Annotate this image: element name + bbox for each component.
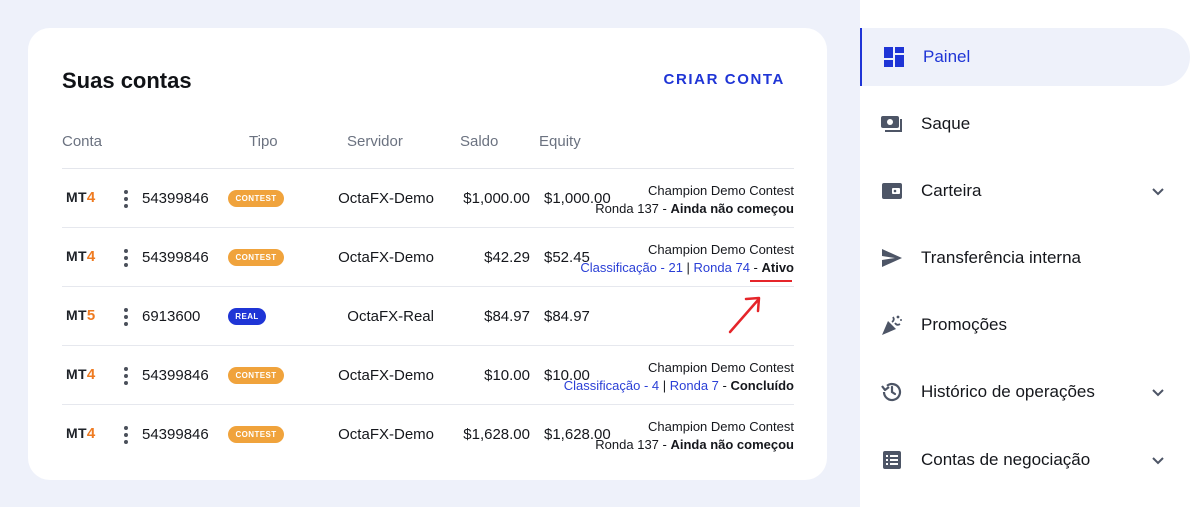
contest-status: Concluído (730, 378, 794, 393)
account-number: 54399846 (142, 249, 209, 266)
type-badge: CONTEST (228, 249, 284, 266)
server: OctaFX-Demo (338, 367, 434, 384)
contest-status: Ativo (761, 260, 795, 275)
column-header-equity: Equity (539, 133, 581, 150)
sidebar-item-label: Histórico de operações (921, 382, 1095, 401)
server: OctaFX-Demo (338, 426, 434, 443)
contest-round-status: Ronda 137 - Ainda não começou (595, 201, 794, 216)
ranking-link[interactable]: Classificação - 4 (564, 378, 659, 393)
column-header-tipo: Tipo (249, 133, 278, 150)
contest-info: Champion Demo Contest Classificação - 4 … (564, 359, 794, 395)
create-account-button[interactable]: CRIAR CONTA (664, 71, 785, 88)
column-header-saldo: Saldo (460, 133, 499, 150)
chevron-down-icon[interactable] (1150, 384, 1166, 400)
equity: $84.97 (544, 308, 590, 325)
server: OctaFX-Real (347, 308, 434, 325)
balance: $42.29 (484, 249, 530, 266)
contest-info: Champion Demo Contest Classificação - 21… (580, 241, 794, 277)
more-options-icon[interactable] (120, 248, 132, 268)
chevron-down-icon[interactable] (1150, 183, 1166, 199)
page-title: Suas contas (62, 68, 192, 93)
annotation-underline (750, 280, 792, 282)
platform-logo: MT5 (66, 307, 96, 324)
contest-info: Champion Demo Contest Ronda 137 - Ainda … (595, 182, 794, 218)
cash-icon (881, 116, 902, 132)
account-number: 54399846 (142, 426, 209, 443)
sidebar: Painel Saque Carteira Transferência inte… (860, 0, 1200, 507)
type-badge: CONTEST (228, 367, 284, 384)
balance: $1,628.00 (463, 426, 530, 443)
sidebar-item-label: Contas de negociação (921, 450, 1091, 469)
type-badge: REAL (228, 308, 266, 325)
contest-name: Champion Demo Contest (648, 360, 794, 375)
sidebar-item-promocoes[interactable]: Promoções (860, 296, 1190, 354)
accounts-card: Suas contas CRIAR CONTA Conta Tipo Servi… (28, 28, 827, 480)
dashboard-icon (884, 47, 904, 67)
more-options-icon[interactable] (120, 366, 132, 386)
round-link[interactable]: Ronda 7 (670, 378, 719, 393)
more-options-icon[interactable] (120, 307, 132, 327)
sidebar-item-saque[interactable]: Saque (860, 95, 1190, 153)
balance: $84.97 (484, 308, 530, 325)
round-link[interactable]: Ronda 74 (694, 260, 750, 275)
account-number: 54399846 (142, 367, 209, 384)
table-row[interactable]: MT5 6913600 REAL OctaFX-Real $84.97 $84.… (62, 287, 794, 346)
table-row[interactable]: MT4 54399846 CONTEST OctaFX-Demo $42.29 … (62, 228, 794, 287)
platform-logo: MT4 (66, 189, 96, 206)
sidebar-item-label: Promoções (921, 315, 1007, 334)
account-number: 6913600 (142, 308, 201, 325)
column-header-conta: Conta (62, 133, 103, 150)
send-icon (882, 249, 902, 267)
sidebar-item-label: Carteira (921, 181, 982, 200)
sidebar-item-transferencia[interactable]: Transferência interna (860, 229, 1190, 287)
table-row[interactable]: MT4 54399846 CONTEST OctaFX-Demo $1,000.… (62, 169, 794, 228)
wallet-icon (882, 183, 902, 199)
contest-round-status: Classificação - 4 | Ronda 7 - Concluído (563, 378, 794, 393)
contest-name: Champion Demo Contest (648, 419, 794, 434)
platform-logo: MT4 (66, 425, 96, 442)
party-popper-icon (882, 315, 902, 335)
platform-logo: MT4 (66, 366, 96, 383)
contest-round-status: Classificação - 21 | Ronda 74 - Ativo (580, 260, 795, 275)
sidebar-item-label: Painel (923, 47, 971, 66)
chevron-down-icon[interactable] (1150, 452, 1166, 468)
contest-name: Champion Demo Contest (648, 242, 794, 257)
sidebar-item-label: Saque (921, 114, 971, 133)
list-icon (883, 451, 901, 469)
column-header-servidor: Servidor (347, 133, 403, 150)
sidebar-item-contas[interactable]: Contas de negociação (860, 431, 1190, 489)
ranking-link[interactable]: Classificação - 21 (580, 260, 683, 275)
contest-info: Champion Demo Contest Ronda 137 - Ainda … (595, 418, 794, 454)
sidebar-item-painel[interactable]: Painel (860, 28, 1190, 86)
sidebar-item-carteira[interactable]: Carteira (860, 162, 1190, 220)
server: OctaFX-Demo (338, 249, 434, 266)
balance: $10.00 (484, 367, 530, 384)
balance: $1,000.00 (463, 190, 530, 207)
contest-name: Champion Demo Contest (648, 183, 794, 198)
contest-round-status: Ronda 137 - Ainda não começou (595, 437, 794, 452)
account-number: 54399846 (142, 190, 209, 207)
history-icon (881, 382, 902, 402)
more-options-icon[interactable] (120, 189, 132, 209)
sidebar-item-historico[interactable]: Histórico de operações (860, 363, 1190, 421)
platform-logo: MT4 (66, 248, 96, 265)
more-options-icon[interactable] (120, 425, 132, 445)
server: OctaFX-Demo (338, 190, 434, 207)
table-row[interactable]: MT4 54399846 CONTEST OctaFX-Demo $1,628.… (62, 405, 794, 464)
table-row[interactable]: MT4 54399846 CONTEST OctaFX-Demo $10.00 … (62, 346, 794, 405)
type-badge: CONTEST (228, 190, 284, 207)
sidebar-item-label: Transferência interna (921, 248, 1082, 267)
type-badge: CONTEST (228, 426, 284, 443)
annotation-arrow-icon (728, 296, 761, 334)
